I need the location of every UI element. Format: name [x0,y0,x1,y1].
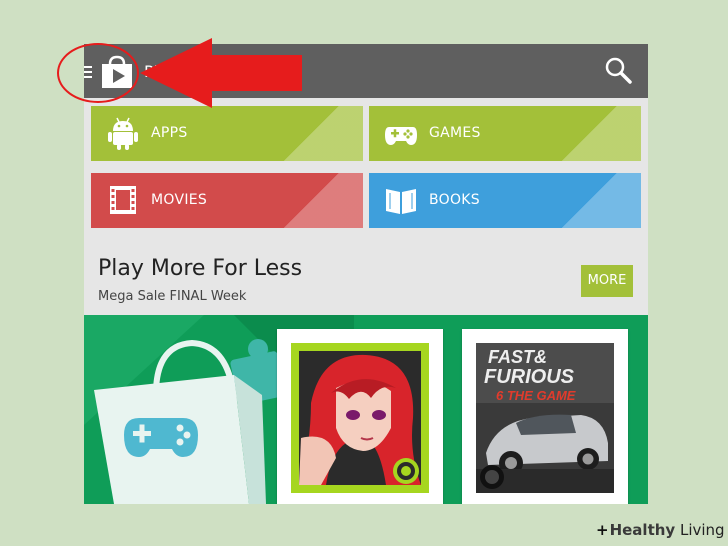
book-icon [386,189,416,214]
promo-title: Play More For Less [98,256,303,281]
watermark-brand-bold: Healthy [609,521,676,539]
game-logo-line2: FURIOUS [484,366,575,388]
gamepad-icon [385,127,417,145]
category-games[interactable]: GAMES [369,106,641,161]
game-logo-line3: 6 THE GAME [496,388,576,403]
tile-fold-decoration [253,173,363,228]
android-icon [108,117,138,150]
tile-fold-decoration [531,106,641,161]
film-icon [110,186,136,214]
featured-game-card[interactable]: FAST& FURIOUS 6 THE GAME [462,329,628,504]
highlight-circle-annotation [57,43,139,103]
red-arrow-annotation [140,38,302,108]
category-label: MOVIES [151,192,208,208]
category-apps[interactable]: APPS [91,106,363,161]
fast-furious-game-art: FAST& FURIOUS 6 THE GAME [476,343,614,493]
promo-banner[interactable]: FAST& FURIOUS 6 THE GAME [84,315,648,504]
more-button[interactable]: MORE [581,265,633,297]
category-label: GAMES [429,125,481,141]
category-label: APPS [151,125,188,141]
category-books[interactable]: BOOKS [369,173,641,228]
anime-game-art [291,343,429,493]
category-movies[interactable]: MOVIES [91,173,363,228]
featured-game-card[interactable] [277,329,443,504]
category-label: BOOKS [429,192,480,208]
plus-icon: + [596,521,609,539]
play-store-screen: Pl APPS GAMES [84,44,648,504]
search-icon[interactable] [604,56,632,84]
healthy-living-watermark: +Healthy Living [596,521,725,539]
promo-subtitle: Mega Sale FINAL Week [98,289,247,304]
tile-fold-decoration [531,173,641,228]
watermark-brand-rest: Living [675,521,725,539]
tile-fold-decoration [253,106,363,161]
game-logo-line1: FAST& [488,347,547,367]
